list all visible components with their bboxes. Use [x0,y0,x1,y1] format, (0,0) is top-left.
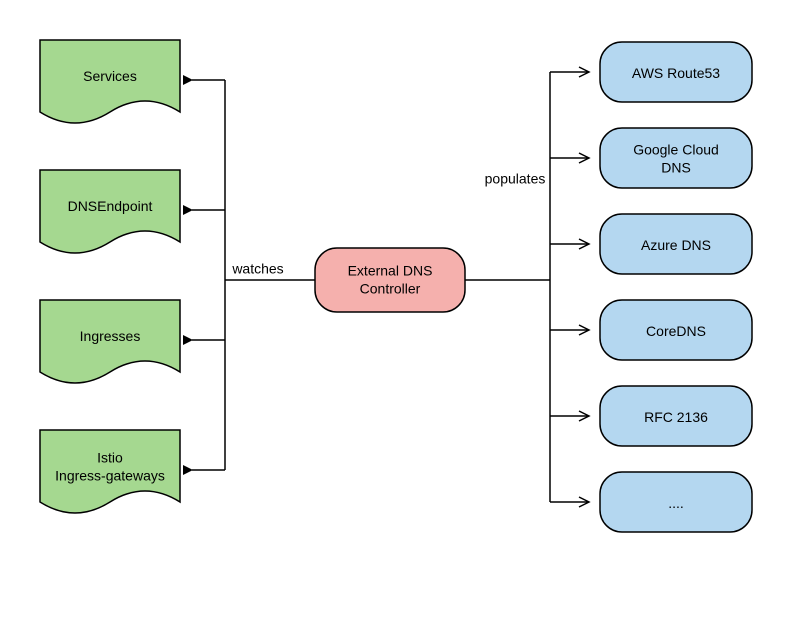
provider-coredns: CoreDNS [600,300,752,360]
watches-label: watches [231,261,283,277]
populates-label: populates [485,171,546,187]
svg-text:DNSEndpoint: DNSEndpoint [68,198,153,214]
provider-google-cloud-dns: Google Cloud DNS [600,128,752,188]
svg-text:Services: Services [83,68,137,84]
source-ingresses: Ingresses [40,300,180,383]
source-istio-ingress-gateways: Istio Ingress-gateways [40,430,180,513]
provider-label: Azure DNS [641,237,711,253]
svg-text:....: .... [668,495,684,511]
provider-azure-dns: Azure DNS [600,214,752,274]
provider-rfc-2136: RFC 2136 [600,386,752,446]
svg-text:RFC 2136: RFC 2136 [644,409,708,425]
source-dnsendpoint: DNSEndpoint [40,170,180,253]
provider-label: CoreDNS [646,323,706,339]
source-services: Services [40,40,180,123]
source-label: Services [83,68,137,84]
svg-text:AWS Route53: AWS Route53 [632,65,720,81]
source-label-istio-line1: Istio [97,450,123,466]
external-dns-controller: External DNS Controller [315,248,465,312]
provider-label: AWS Route53 [632,65,720,81]
source-label: Ingresses [80,328,141,344]
provider-more: .... [600,472,752,532]
provider-gcp-line2: DNS [661,160,691,176]
svg-text:Azure DNS: Azure DNS [641,237,711,253]
provider-aws-route53: AWS Route53 [600,42,752,102]
svg-text:Ingresses: Ingresses [80,328,141,344]
svg-text:CoreDNS: CoreDNS [646,323,706,339]
provider-gcp-line1: Google Cloud [633,142,719,158]
controller-label-line1: External DNS [348,263,433,279]
provider-label: RFC 2136 [644,409,708,425]
source-label: DNSEndpoint [68,198,153,214]
provider-label: .... [668,495,684,511]
source-label-istio-line2: Ingress-gateways [55,468,165,484]
controller-label-line2: Controller [360,281,421,297]
